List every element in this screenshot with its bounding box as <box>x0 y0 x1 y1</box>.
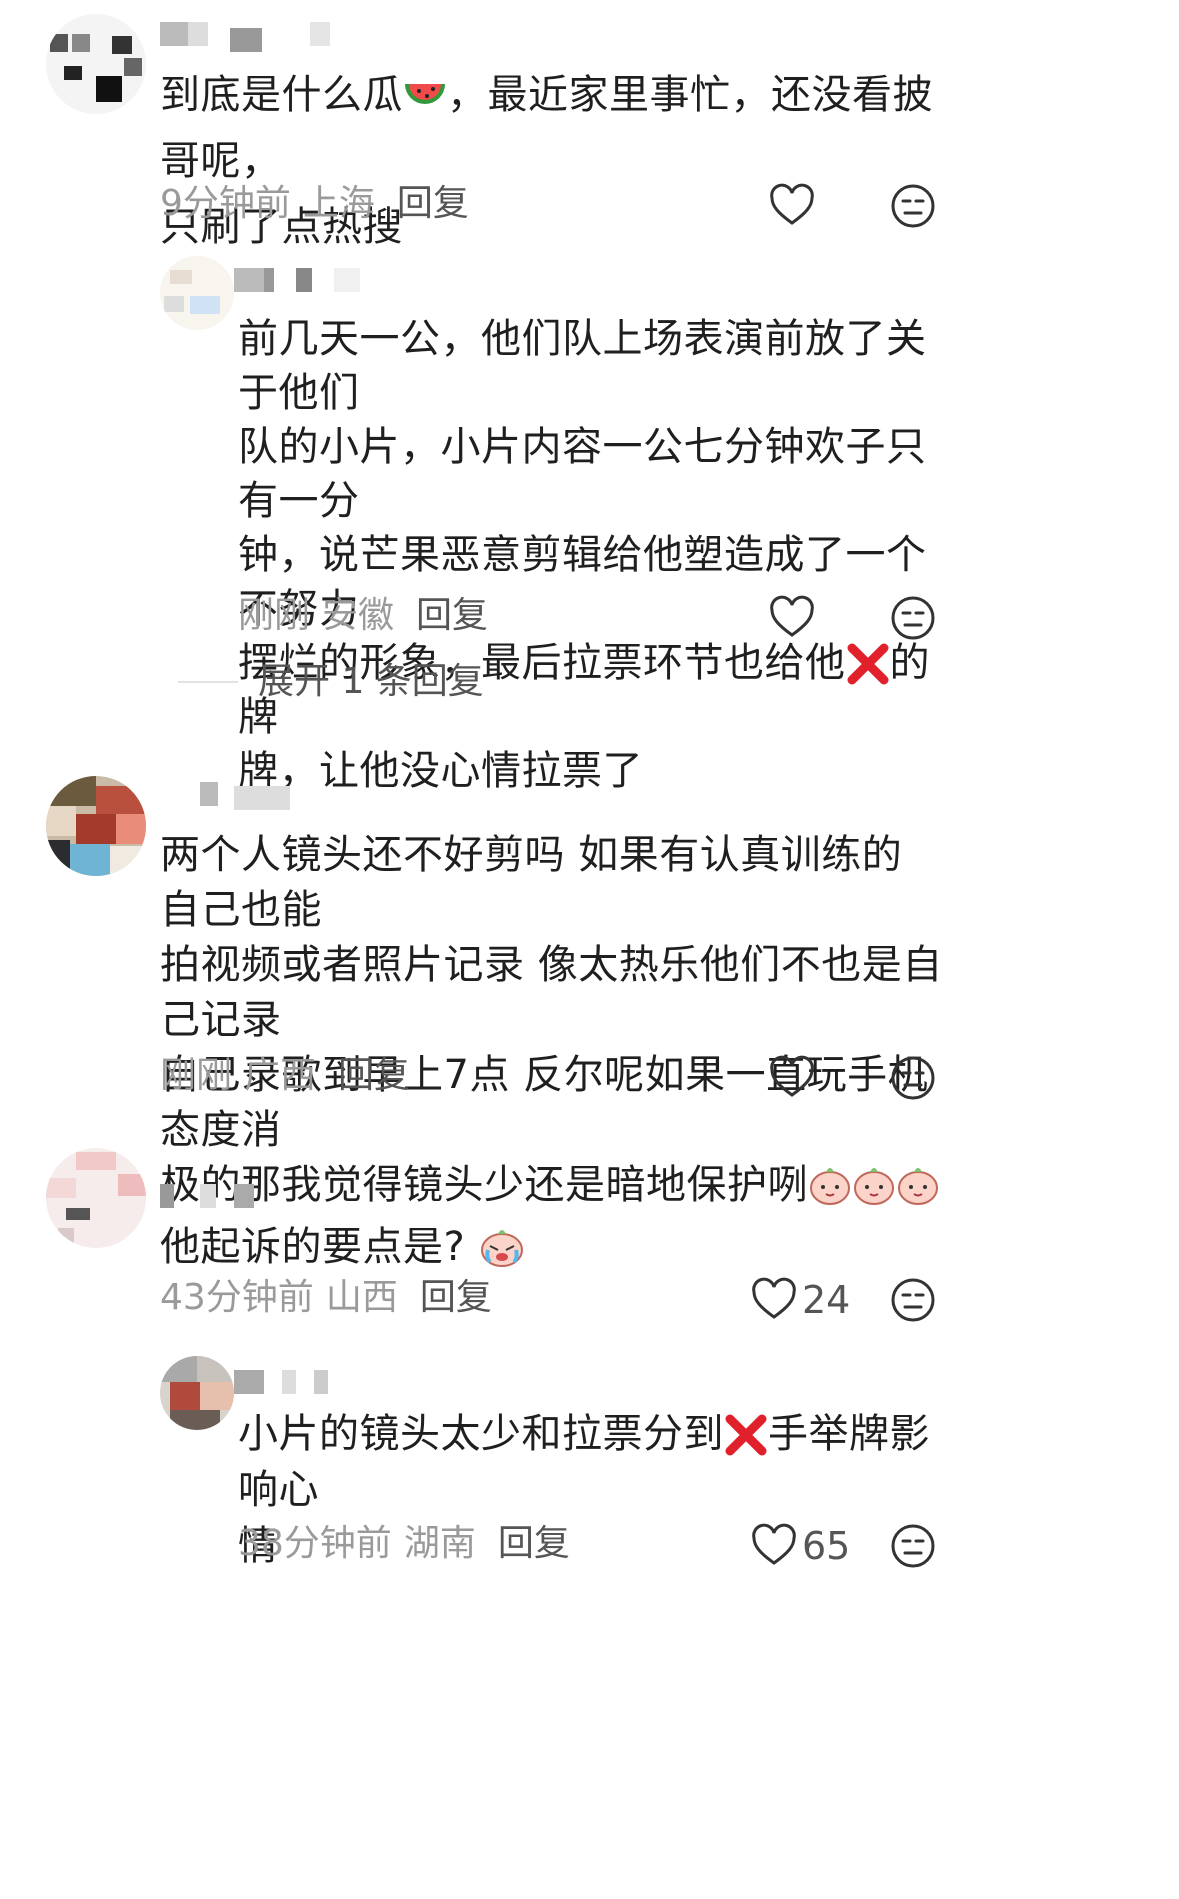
like-count: 24 <box>802 1278 851 1322</box>
comment-meta: 刚刚 安徽 回复 <box>238 592 488 640</box>
comment-time: 38分钟前 <box>238 1523 392 1564</box>
comment-meta: 43分钟前 山西 回复 <box>160 1274 492 1322</box>
reply-button[interactable]: 回复 <box>338 1055 410 1096</box>
comment-text: 两个人镜头还不好剪吗 如果有认真训练的 自己也能 拍视频或者照片记录 像太热乐他… <box>160 832 943 1208</box>
meh-face-icon[interactable] <box>889 594 937 642</box>
red-x-emoji <box>847 643 888 685</box>
peach-face-emoji <box>854 1168 894 1205</box>
comment-location: 上海 <box>302 183 375 224</box>
meh-face-icon[interactable] <box>889 1522 937 1570</box>
comment-location: 广西 <box>244 1055 317 1096</box>
username-blurred[interactable] <box>234 262 434 296</box>
comment-location: 安徽 <box>322 595 395 636</box>
reply-button[interactable]: 回复 <box>397 183 469 224</box>
avatar[interactable] <box>46 776 146 876</box>
reply-button[interactable]: 回复 <box>420 1277 492 1318</box>
comment-location: 山西 <box>325 1277 398 1318</box>
heart-outline-icon[interactable] <box>768 182 816 230</box>
crying-peach-emoji <box>481 1230 524 1267</box>
heart-outline-icon[interactable] <box>750 1522 798 1570</box>
comment-time: 刚刚 <box>238 595 311 636</box>
meh-face-icon[interactable] <box>889 1276 937 1324</box>
expand-divider <box>178 681 238 683</box>
watermelon-emoji <box>405 84 445 104</box>
comment-text: 他起诉的要点是? <box>160 1214 960 1280</box>
comment-location: 湖南 <box>403 1523 476 1564</box>
avatar[interactable] <box>46 14 146 114</box>
like-count: 65 <box>802 1524 851 1568</box>
comment-time: 9分钟前 <box>160 183 291 224</box>
username-blurred[interactable] <box>160 1178 300 1212</box>
peach-face-emoji <box>898 1168 938 1205</box>
meh-face-icon[interactable] <box>889 182 937 230</box>
username-blurred[interactable] <box>160 16 360 52</box>
comment-time: 43分钟前 <box>160 1277 314 1318</box>
heart-outline-icon[interactable] <box>768 594 816 642</box>
comment-time: 刚刚 <box>160 1055 233 1096</box>
avatar[interactable] <box>160 1356 234 1430</box>
comment-meta: 38分钟前 湖南 回复 <box>238 1520 570 1568</box>
comment-text: 前几天一公，他们队上场表演前放了关于他们 队的小片，小片内容一公七分钟欢子只有一… <box>238 316 930 794</box>
comment-text: 到底是什么瓜 ，最近家里事忙，还没看披哥呢， 只刷了点热搜 <box>160 72 933 250</box>
avatar[interactable] <box>46 1148 146 1248</box>
avatar[interactable] <box>160 256 234 330</box>
heart-outline-icon[interactable] <box>750 1276 798 1324</box>
username-blurred[interactable] <box>160 776 360 810</box>
expand-replies-button[interactable]: 展开 1 条回复 <box>258 658 484 706</box>
reply-button[interactable]: 回复 <box>416 595 488 636</box>
meh-face-icon[interactable] <box>889 1054 937 1102</box>
peach-face-emoji <box>810 1168 850 1205</box>
comment-meta: 刚刚 广西 回复 <box>160 1052 410 1100</box>
username-blurred[interactable] <box>234 1364 374 1398</box>
comment-meta: 9分钟前 上海 回复 <box>160 180 469 228</box>
red-x-emoji <box>725 1414 767 1456</box>
reply-button[interactable]: 回复 <box>498 1523 570 1564</box>
heart-outline-icon[interactable] <box>768 1054 816 1102</box>
